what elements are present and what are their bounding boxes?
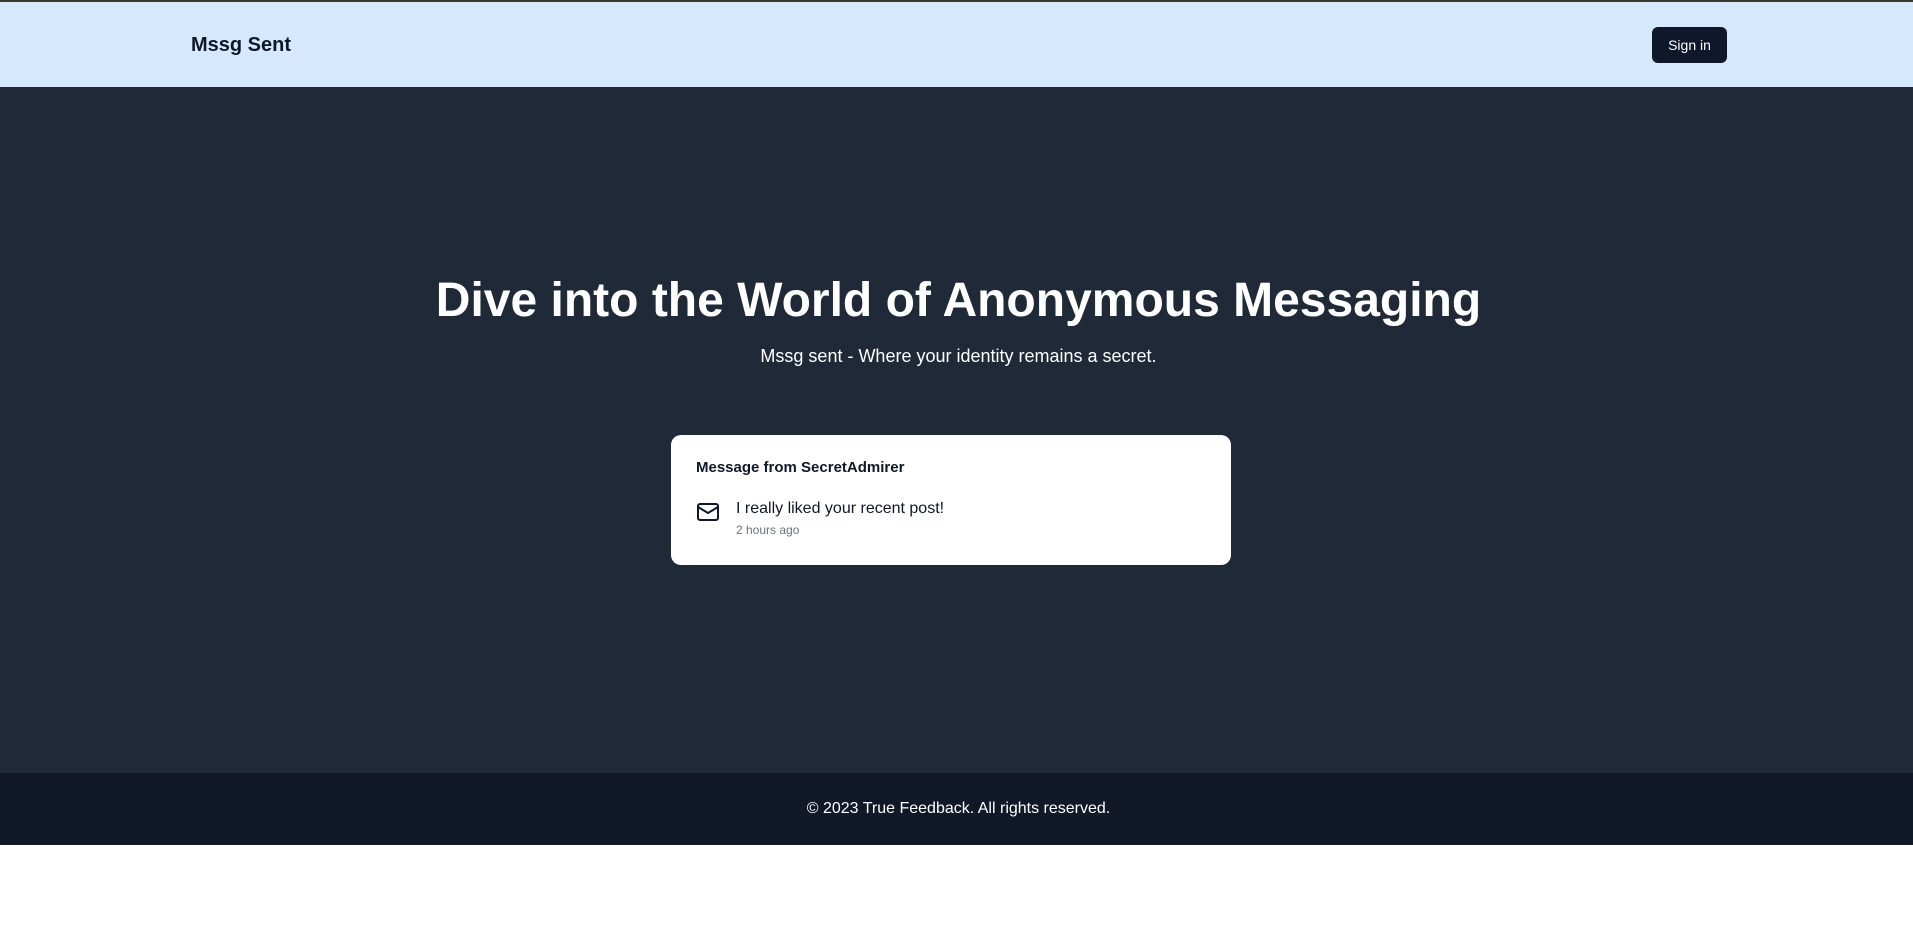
hero-subtitle: Mssg sent - Where your identity remains … — [760, 346, 1157, 366]
message-card[interactable]: Message from SecretAdmirer I really like… — [671, 435, 1231, 565]
message-card-title: Message from SecretAdmirer — [696, 459, 905, 476]
navbar: Mssg Sent Sign in — [0, 2, 1913, 87]
brand-logo-text[interactable]: Mssg Sent — [191, 33, 291, 57]
hero-section: Dive into the World of Anonymous Messagi… — [0, 87, 1913, 773]
mail-icon — [697, 503, 719, 521]
hero-title: Dive into the World of Anonymous Messagi… — [435, 274, 1482, 327]
message-text: I really liked your recent post! — [736, 500, 945, 517]
sign-in-button[interactable]: Sign in — [1652, 27, 1727, 63]
message-timestamp: 2 hours ago — [736, 523, 800, 537]
footer-copyright: © 2023 True Feedback. All rights reserve… — [806, 800, 1111, 817]
footer: © 2023 True Feedback. All rights reserve… — [0, 773, 1913, 845]
